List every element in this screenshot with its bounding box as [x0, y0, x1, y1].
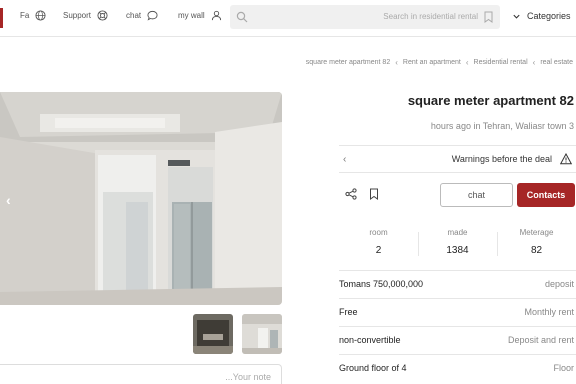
chat-bubble-icon	[147, 10, 158, 21]
contacts-button[interactable]: Contacts	[517, 183, 575, 207]
stat-label: Meterage	[519, 228, 554, 237]
detail-label: deposit	[544, 279, 574, 289]
gallery-thumbnail[interactable]	[242, 314, 282, 354]
gallery-prev-arrow[interactable]: ‹	[6, 192, 11, 208]
share-icon[interactable]	[345, 188, 357, 200]
breadcrumb-item[interactable]: real estate	[540, 59, 573, 66]
stat-label: room	[369, 228, 388, 237]
support-link[interactable]: Support	[63, 10, 108, 21]
detail-value: Ground floor of 4	[339, 363, 407, 373]
stat-value: 82	[530, 245, 543, 256]
brand-logo-edge[interactable]	[0, 8, 3, 28]
language-switch[interactable]: Fa	[20, 10, 46, 21]
chevron-left-icon: ‹	[343, 154, 347, 165]
bookmark-icon[interactable]	[483, 11, 494, 23]
user-icon	[211, 10, 221, 21]
stat-value: 2	[375, 245, 382, 256]
chat-button[interactable]: chat	[440, 183, 513, 207]
listing-stats: room 2 made 1384 Meterage 82	[339, 228, 576, 262]
listing-title: square meter apartment 82	[407, 93, 574, 108]
my-wall-label: my wall	[178, 11, 205, 20]
detail-label: Monthly rent	[524, 307, 574, 317]
detail-row-monthly-rent: Free Monthly rent	[339, 298, 576, 326]
top-header: Fa Support chat my wall Search in reside…	[0, 0, 576, 37]
breadcrumb: square meter apartment 82 ‹ Rent an apar…	[306, 58, 573, 67]
detail-label: Deposit and rent	[507, 335, 574, 345]
note-input[interactable]: ...Your note	[0, 364, 282, 384]
breadcrumb-item[interactable]: square meter apartment 82	[306, 59, 390, 66]
warnings-row[interactable]: ‹ Warnings before the deal	[339, 145, 576, 173]
stat-value: 1384	[446, 245, 469, 256]
chevron-left-icon: ‹	[465, 58, 469, 67]
chat-label: chat	[126, 11, 142, 20]
stat-made: made 1384	[418, 228, 497, 256]
chat-link[interactable]: chat	[126, 10, 158, 21]
my-wall-link[interactable]: my wall	[178, 10, 222, 21]
chevron-left-icon: ‹	[532, 58, 536, 67]
search-input[interactable]: Search in residential rental	[383, 12, 478, 21]
stat-meterage: Meterage 82	[497, 228, 576, 256]
breadcrumb-item[interactable]: Residential rental	[474, 59, 528, 66]
detail-value: Free	[339, 307, 358, 317]
note-placeholder: ...Your note	[225, 372, 271, 382]
detail-label: Floor	[553, 363, 574, 373]
globe-icon	[35, 10, 46, 21]
chevron-down-icon	[513, 14, 520, 19]
support-label: Support	[63, 11, 92, 20]
categories-label: Categories	[527, 11, 571, 21]
detail-value: Tomans 750,000,000	[339, 279, 424, 289]
search-bar[interactable]: Search in residential rental	[230, 5, 500, 29]
warnings-label: Warnings before the deal	[451, 154, 552, 164]
search-icon	[236, 11, 248, 23]
chevron-left-icon: ‹	[395, 58, 398, 67]
breadcrumb-item[interactable]: Rent an apartment	[403, 59, 461, 66]
bookmark-icon[interactable]	[368, 188, 380, 200]
gallery-thumbnail[interactable]	[193, 314, 233, 354]
listing-subtitle: hours ago in Tehran, Waliasr town 3	[430, 121, 574, 131]
lifebuoy-icon	[97, 10, 108, 21]
detail-row-floor: Ground floor of 4 Floor	[339, 354, 576, 382]
stat-label: made	[447, 228, 468, 237]
main-listing-photo[interactable]	[0, 92, 282, 305]
detail-row-deposit: Tomans 750,000,000 deposit	[339, 270, 576, 298]
stat-room: room 2	[339, 228, 418, 256]
warning-icon	[560, 153, 572, 165]
categories-menu[interactable]: Categories	[512, 11, 571, 21]
detail-value: non-convertible	[339, 335, 401, 345]
language-label: Fa	[20, 11, 30, 20]
detail-row-convertible: non-convertible Deposit and rent	[339, 326, 576, 354]
